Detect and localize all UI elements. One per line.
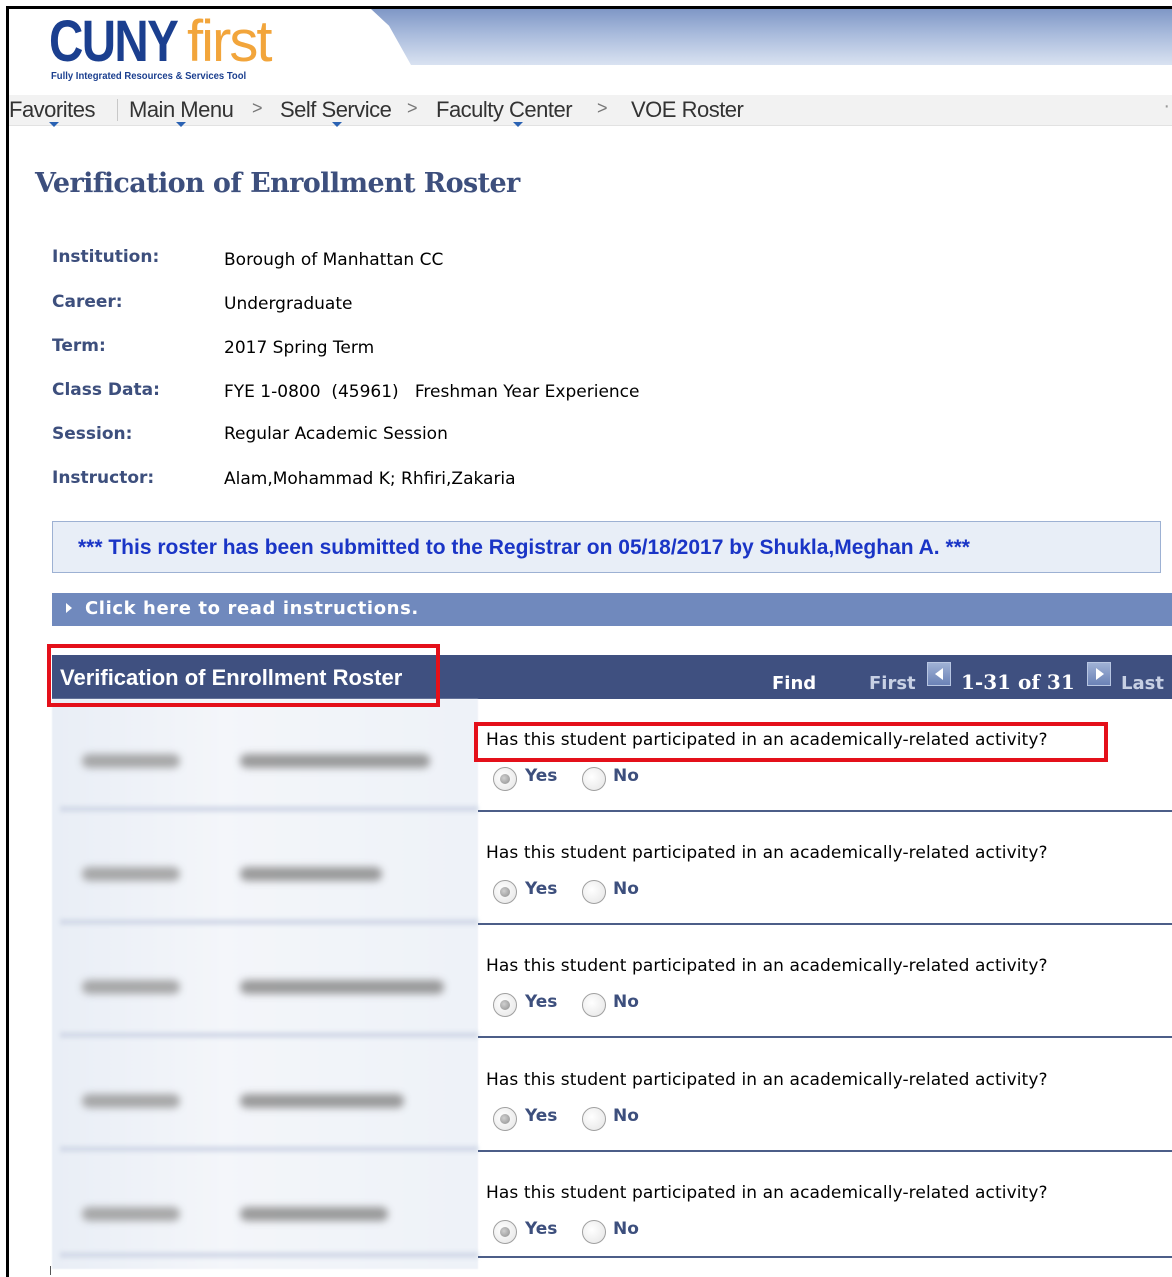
yes-label[interactable]: Yes (525, 1106, 557, 1126)
no-radio[interactable] (582, 767, 606, 791)
participation-question: Has this student participated in an acad… (486, 956, 1048, 976)
no-radio[interactable] (582, 1220, 606, 1244)
student-cell (52, 925, 478, 1038)
no-radio[interactable] (582, 993, 606, 1017)
participation-question: Has this student participated in an acad… (486, 1183, 1048, 1203)
header-banner (371, 9, 1172, 65)
yes-radio[interactable] (493, 880, 517, 904)
app-header: CUNY first Fully Integrated Resources & … (9, 9, 1172, 95)
redacted-student-name (240, 1094, 404, 1108)
breadcrumb: Favorites Main Menu > Self Service > Fac… (9, 95, 1172, 127)
redacted-student-name (240, 980, 444, 994)
no-label[interactable]: No (613, 766, 639, 786)
class-data-value: FYE 1-0800 (45961) Freshman Year Experie… (224, 382, 640, 402)
instructor-value: Alam,Mohammad K; Rhfiri,Zakaria (224, 469, 516, 489)
breadcrumb-overflow-marker: · (1163, 95, 1170, 117)
no-label[interactable]: No (613, 1219, 639, 1239)
expand-arrow-icon (66, 603, 72, 613)
yes-label[interactable]: Yes (525, 766, 557, 786)
row-divider (478, 1036, 1172, 1038)
student-cell (52, 1039, 478, 1152)
institution-value: Borough of Manhattan CC (224, 250, 444, 270)
row-divider (60, 1032, 478, 1038)
submission-notice: *** This roster has been submitted to th… (52, 521, 1161, 573)
highlight-question (474, 722, 1108, 762)
faculty-center-dropdown-icon[interactable] (513, 122, 523, 127)
instructor-label: Instructor: (52, 468, 155, 488)
student-cell (52, 1152, 478, 1258)
page-title: Verification of Enrollment Roster (35, 168, 520, 199)
self-service-dropdown-icon[interactable] (332, 122, 342, 127)
yes-label[interactable]: Yes (525, 879, 557, 899)
term-label: Term: (52, 336, 106, 356)
breadcrumb-main-menu[interactable]: Main Menu (129, 97, 234, 123)
table-row: Has this student participated in an acad… (52, 1039, 1172, 1152)
yes-radio[interactable] (493, 993, 517, 1017)
breadcrumb-separator: > (597, 98, 608, 118)
no-label[interactable]: No (613, 1106, 639, 1126)
breadcrumb-voe-roster[interactable]: VOE Roster (631, 97, 744, 123)
yes-radio[interactable] (493, 767, 517, 791)
no-label[interactable]: No (613, 879, 639, 899)
logo-first-text: first (187, 9, 272, 74)
yes-radio[interactable] (493, 1107, 517, 1131)
term-value: 2017 Spring Term (224, 338, 375, 358)
next-page-icon[interactable] (1087, 662, 1111, 686)
breadcrumb-separator: > (407, 98, 418, 118)
table-row: Has this student participated in an acad… (52, 812, 1172, 925)
breadcrumb-divider (117, 99, 118, 121)
redacted-student-id (82, 867, 180, 881)
career-value: Undergraduate (224, 294, 353, 314)
logo-tagline: Fully Integrated Resources & Services To… (51, 71, 247, 82)
redacted-student-id (82, 754, 180, 768)
institution-label: Institution: (52, 247, 160, 267)
cunyfirst-logo[interactable]: CUNY first Fully Integrated Resources & … (49, 9, 272, 83)
no-radio[interactable] (582, 880, 606, 904)
highlight-grid-title (47, 644, 440, 707)
participation-question: Has this student participated in an acad… (486, 1070, 1048, 1090)
student-cell (52, 812, 478, 925)
scroll-marker (50, 1266, 51, 1275)
session-label: Session: (52, 424, 133, 444)
no-radio[interactable] (582, 1107, 606, 1131)
participation-question: Has this student participated in an acad… (486, 843, 1048, 863)
row-divider (60, 1252, 478, 1258)
instructions-toggle[interactable]: Click here to read instructions. (52, 593, 1172, 626)
student-cell (52, 699, 478, 812)
row-count: 1-31 of 31 (961, 670, 1075, 694)
no-label[interactable]: No (613, 992, 639, 1012)
previous-page-icon[interactable] (927, 662, 951, 686)
redacted-student-name (240, 867, 382, 881)
class-data-label: Class Data: (52, 380, 160, 400)
session-value: Regular Academic Session (224, 424, 448, 444)
career-label: Career: (52, 292, 123, 312)
breadcrumb-separator: > (252, 98, 263, 118)
redacted-student-name (240, 1207, 388, 1221)
last-link[interactable]: Last (1121, 673, 1164, 694)
yes-label[interactable]: Yes (525, 1219, 557, 1239)
breadcrumb-self-service[interactable]: Self Service (280, 97, 392, 123)
breadcrumb-faculty-center[interactable]: Faculty Center (436, 97, 573, 123)
main-menu-dropdown-icon[interactable] (176, 122, 186, 127)
redacted-student-name (240, 754, 430, 768)
logo-cuny-text: CUNY (49, 9, 179, 74)
redacted-student-id (82, 1094, 180, 1108)
redacted-student-id (82, 1207, 180, 1221)
first-link[interactable]: First (869, 673, 916, 694)
breadcrumb-favorites[interactable]: Favorites (9, 97, 95, 123)
yes-radio[interactable] (493, 1220, 517, 1244)
favorites-dropdown-icon[interactable] (49, 122, 59, 127)
redacted-student-id (82, 980, 180, 994)
table-row: Has this student participated in an acad… (52, 1152, 1172, 1258)
instructions-label: Click here to read instructions. (85, 598, 419, 619)
row-divider (478, 1256, 1172, 1258)
yes-label[interactable]: Yes (525, 992, 557, 1012)
find-link[interactable]: Find (772, 673, 816, 694)
table-row: Has this student participated in an acad… (52, 925, 1172, 1038)
